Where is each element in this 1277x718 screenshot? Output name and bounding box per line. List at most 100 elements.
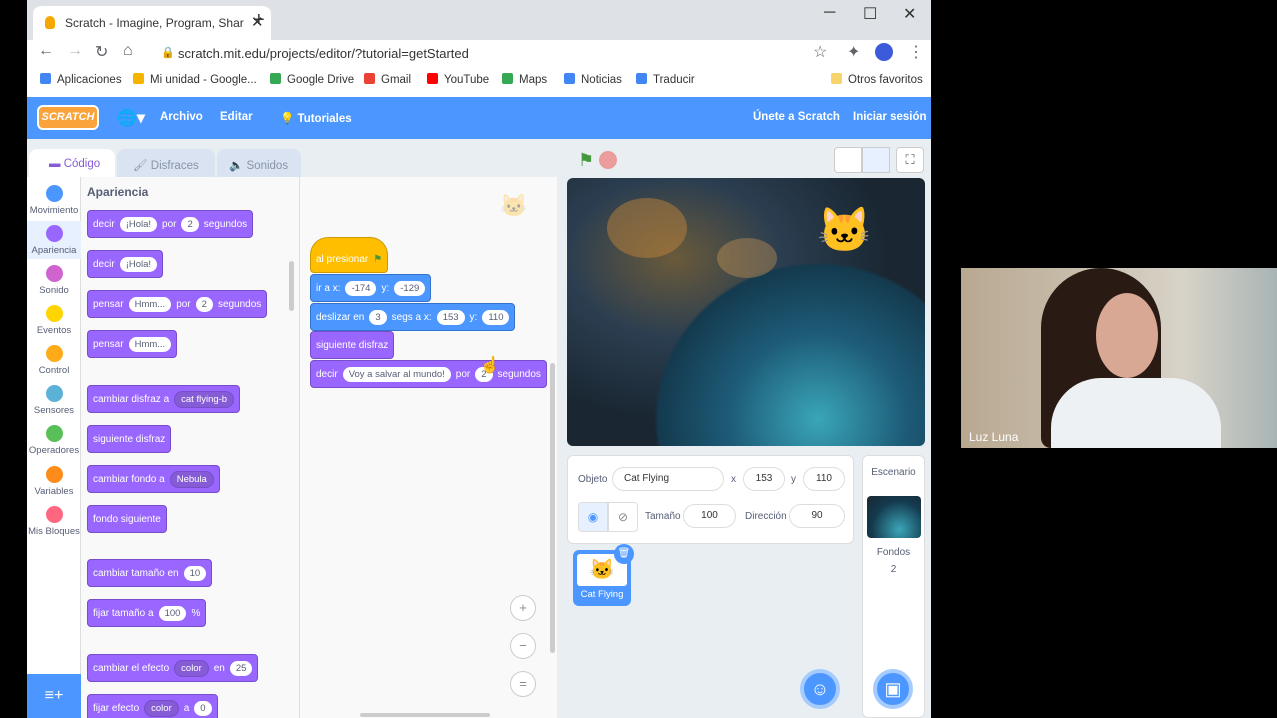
block-switch-backdrop[interactable]: cambiar fondo a Nebula [87,465,220,493]
language-globe-icon[interactable]: 🌐▾ [117,108,145,128]
block-change-effect[interactable]: cambiar el efecto color en 25 [87,654,259,682]
x-input[interactable]: 153 [743,467,785,491]
browser-tab[interactable]: Scratch - Imagine, Program, Shar ✕ [33,6,271,40]
new-tab-button[interactable]: + [253,9,265,32]
choose-backdrop-icon[interactable]: ▣ [873,669,913,709]
script-hscrollbar[interactable] [360,713,490,717]
delete-sprite-icon[interactable]: 🗑 [614,544,634,564]
block-next-backdrop[interactable]: fondo siguiente [87,505,167,533]
tab-costumes[interactable]: 🖌 Disfraces [117,149,215,179]
script-hat-block[interactable]: al presionar ⚑ [310,237,389,273]
participant-name: Luz Luna [969,430,1019,444]
back-icon[interactable]: ← [38,42,54,60]
block-say[interactable]: decir ¡Hola! [87,250,164,278]
fullscreen-icon[interactable]: ⛶ [896,147,924,173]
category-operators[interactable]: Operadores [27,425,81,456]
tab-sounds[interactable]: 🔈 Sonidos [217,149,301,179]
add-extension-icon[interactable]: ≡+ [27,674,81,718]
tab-code[interactable]: ▬ Código [29,149,115,179]
url-text: scratch.mit.edu/projects/editor/?tutoria… [178,46,469,61]
category-control[interactable]: Control [27,345,81,376]
direction-input[interactable]: 90 [789,504,845,528]
size-input[interactable]: 100 [683,504,736,528]
green-flag-icon: ⚑ [373,253,383,265]
extensions-icon[interactable]: ✦ [847,42,860,62]
script-say-block[interactable]: decir Voy a salvar al mundo! por 2 segundos [310,360,547,388]
stage-canvas[interactable]: 🐱 [567,178,925,446]
bookmark-youtube[interactable]: YouTube [427,73,489,86]
palette-heading: Apariencia [87,185,149,199]
minimize-button[interactable]: ─ [824,4,835,22]
join-scratch-link[interactable]: Únete a Scratch [753,111,840,123]
tab-title: Scratch - Imagine, Program, Shar [65,16,244,30]
bookmark-google-drive[interactable]: Google Drive [270,73,354,86]
sprite-name-input[interactable]: Cat Flying [612,467,724,491]
block-set-effect[interactable]: fijar efecto color a 0 [87,694,218,718]
zoom-out-icon[interactable]: − [510,633,536,659]
block-set-size[interactable]: fijar tamaño a 100% [87,599,207,627]
category-looks[interactable]: Apariencia [27,221,81,259]
small-stage-button[interactable] [834,147,862,173]
bookmark-gmail[interactable]: Gmail [364,73,411,86]
menu-tutorials[interactable]: 💡 Tutoriales [280,111,352,125]
sign-in-link[interactable]: Iniciar sesión [853,111,927,123]
bookmark-translate[interactable]: Traducir [636,73,695,86]
profile-avatar[interactable] [875,43,893,61]
category-sound[interactable]: Sonido [27,265,81,296]
block-change-size[interactable]: cambiar tamaño en 10 [87,559,213,587]
scratch-logo[interactable]: SCRATCH [37,105,99,130]
bookmark-my-drive[interactable]: Mi unidad - Google... [133,73,257,86]
forward-icon[interactable]: → [67,42,83,60]
script-vscrollbar[interactable] [550,363,555,653]
backdrop-thumbnail[interactable] [867,496,921,538]
zoom-reset-icon[interactable]: = [510,671,536,697]
stage-pane-title: Escenario [871,467,916,478]
bookmark-other-favorites[interactable]: Otros favoritos [831,73,923,86]
category-my-blocks[interactable]: Mis Bloques [27,506,81,537]
block-think[interactable]: pensar Hmm... [87,330,178,358]
green-flag-icon[interactable]: ⚑ [578,150,594,171]
stop-icon[interactable] [599,151,617,169]
maximize-button[interactable]: ☐ [863,4,877,24]
y-input[interactable]: 110 [803,467,845,491]
show-sprite-eye-icon[interactable]: ◉ [578,502,608,532]
address-row: ← → ↻ ⌂ 🔒 scratch.mit.edu/projects/edito… [27,40,931,66]
category-events[interactable]: Eventos [27,305,81,336]
menu-edit[interactable]: Editar [220,111,253,123]
sprite-list: 🐱 Cat Flying 🗑 ☺ [567,544,854,718]
stage-target-pane[interactable]: Escenario Fondos 2 ▣ [862,455,925,718]
bookmark-star-icon[interactable]: ☆ [813,42,827,62]
category-sensing[interactable]: Sensores [27,385,81,416]
normal-stage-button[interactable] [862,147,890,173]
home-icon[interactable]: ⌂ [123,42,133,60]
category-variables[interactable]: Variables [27,466,81,497]
zoom-in-icon[interactable]: + [510,595,536,621]
block-palette: Apariencia decir ¡Hola! por 2 segundos decir… [81,177,299,718]
menu-dots-icon[interactable]: ⋮ [908,42,924,62]
person-shirt [1051,378,1221,448]
script-goto-block[interactable]: ir a x: -174 y: -129 [310,274,432,302]
address-bar[interactable]: 🔒 scratch.mit.edu/projects/editor/?tutor… [151,40,889,66]
hide-sprite-eye-icon[interactable]: ⊘ [608,502,638,532]
menu-file[interactable]: Archivo [160,111,203,123]
choose-sprite-icon[interactable]: ☺ [800,669,840,709]
block-next-costume[interactable]: siguiente disfraz [87,425,172,453]
tab-strip: Scratch - Imagine, Program, Shar ✕ + ─ ☐… [27,0,931,40]
hand-cursor-icon: ☝ [480,357,500,374]
reload-icon[interactable]: ↻ [95,42,108,62]
bookmark-apps[interactable]: Aplicaciones [40,73,122,86]
x-label: x [731,474,736,485]
palette-scrollbar[interactable] [289,261,294,311]
person-face [1096,293,1158,378]
block-say-for[interactable]: decir ¡Hola! por 2 segundos [87,210,254,238]
cat-flying-sprite[interactable]: 🐱 [817,204,872,256]
lock-icon: 🔒 [161,47,175,59]
bookmark-news[interactable]: Noticias [564,73,622,86]
block-think-for[interactable]: pensar Hmm... por 2 segundos [87,290,268,318]
category-motion[interactable]: Movimiento [27,185,81,216]
script-glide-block[interactable]: deslizar en 3 segs a x: 153 y: 110 [310,303,516,331]
close-window-button[interactable]: ✕ [903,4,916,24]
bookmark-maps[interactable]: Maps [502,73,547,86]
block-switch-costume[interactable]: cambiar disfraz a cat flying-b [87,385,241,413]
script-next-costume-block[interactable]: siguiente disfraz [310,331,395,359]
